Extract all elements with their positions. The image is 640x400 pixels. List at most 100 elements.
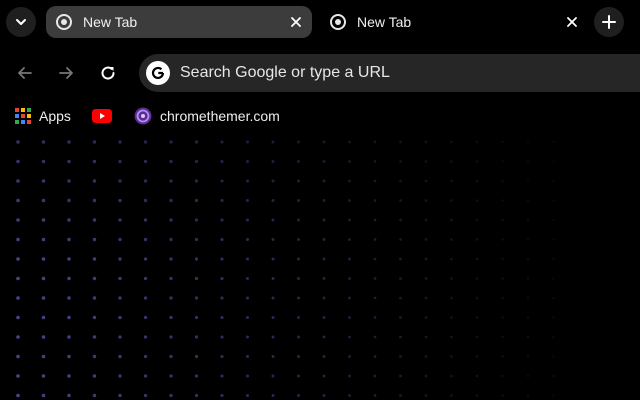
theme-dot [271, 335, 275, 339]
theme-dot [552, 199, 555, 202]
theme-dot [220, 354, 224, 359]
tab-close-button[interactable] [562, 12, 582, 32]
theme-dot [143, 257, 148, 261]
bookmark-youtube[interactable] [92, 105, 112, 127]
theme-dot [143, 315, 148, 320]
theme-dot [67, 140, 71, 144]
theme-dot [169, 296, 173, 300]
theme-dot [297, 218, 300, 222]
theme-dot [118, 354, 122, 359]
theme-dot [526, 335, 530, 339]
theme-dot [41, 218, 46, 222]
theme-dot [271, 296, 275, 300]
theme-dot [373, 394, 377, 397]
theme-dot [348, 355, 351, 358]
theme-dot [194, 296, 199, 300]
theme-dot [92, 179, 97, 183]
theme-dot [16, 335, 20, 339]
theme-dot [271, 257, 275, 261]
tab-inactive[interactable]: New Tab [320, 6, 588, 38]
theme-dot [271, 218, 275, 222]
reload-button[interactable] [93, 58, 123, 88]
theme-dot [373, 140, 377, 144]
theme-dot [373, 257, 377, 261]
theme-dot [41, 315, 46, 320]
theme-dot [297, 316, 300, 319]
theme-dot [322, 316, 326, 319]
theme-dot [322, 140, 326, 144]
theme-dot [16, 393, 20, 398]
theme-dot [169, 159, 173, 164]
theme-dot [450, 335, 453, 339]
theme-dot [424, 179, 428, 183]
bookmark-chromethemer[interactable]: chromethemer.com [134, 105, 280, 127]
theme-dot [92, 218, 97, 222]
theme-dot [475, 179, 479, 183]
theme-dot [220, 276, 224, 281]
theme-dot [245, 335, 250, 339]
chrome-icon [56, 14, 72, 30]
theme-dot [552, 374, 555, 378]
theme-dot [399, 179, 402, 183]
theme-dot [143, 335, 148, 339]
theme-dot [41, 198, 46, 203]
theme-dot [475, 140, 479, 144]
theme-dot [322, 296, 326, 300]
theme-dot [501, 355, 504, 358]
theme-dot [424, 355, 428, 358]
tab-active[interactable]: New Tab [46, 6, 312, 38]
theme-dot [245, 140, 250, 144]
theme-dot [143, 159, 148, 164]
forward-button[interactable] [51, 58, 81, 88]
theme-dot [194, 374, 199, 378]
theme-dot [526, 238, 530, 241]
theme-dot [67, 257, 71, 261]
back-button[interactable] [10, 58, 40, 88]
theme-dot [322, 277, 326, 280]
theme-dot [92, 257, 97, 261]
theme-dot [526, 140, 530, 144]
theme-dot [297, 257, 300, 261]
theme-dot [143, 140, 148, 144]
tab-title: New Tab [357, 14, 412, 30]
theme-dot [552, 140, 555, 144]
theme-dot [501, 238, 504, 241]
chromethemer-icon [134, 107, 152, 125]
theme-dot [92, 393, 97, 398]
theme-dot [245, 296, 250, 300]
omnibox[interactable]: Search Google or type a URL [139, 54, 640, 92]
chrome-icon [330, 14, 346, 30]
theme-dot [118, 315, 122, 320]
theme-dot [245, 159, 250, 164]
theme-dot [67, 374, 71, 378]
theme-dot [373, 218, 377, 222]
theme-dot [67, 393, 71, 398]
theme-dot [399, 199, 402, 202]
theme-dot [450, 277, 453, 280]
theme-dot [220, 218, 224, 222]
theme-dot [41, 237, 46, 242]
theme-dot [399, 257, 402, 261]
theme-dot [194, 335, 199, 339]
theme-dot [348, 218, 351, 222]
theme-dot [501, 179, 504, 183]
theme-dot [399, 277, 402, 280]
theme-dot [41, 393, 46, 398]
theme-dot [399, 335, 402, 339]
tab-search-button[interactable] [6, 7, 36, 37]
theme-dot [220, 257, 224, 261]
theme-dot [220, 315, 224, 320]
bookmark-apps[interactable]: Apps [15, 105, 71, 127]
theme-dot [373, 355, 377, 358]
theme-dot [450, 238, 453, 241]
theme-dot [220, 198, 224, 203]
theme-dot [118, 393, 122, 398]
theme-dot [424, 296, 428, 300]
theme-dot [67, 335, 71, 339]
theme-dot [501, 160, 504, 163]
theme-dot [297, 179, 300, 183]
theme-dot [220, 179, 224, 183]
tab-close-button[interactable] [286, 12, 306, 32]
theme-dot [552, 316, 555, 319]
new-tab-button[interactable] [594, 7, 624, 37]
